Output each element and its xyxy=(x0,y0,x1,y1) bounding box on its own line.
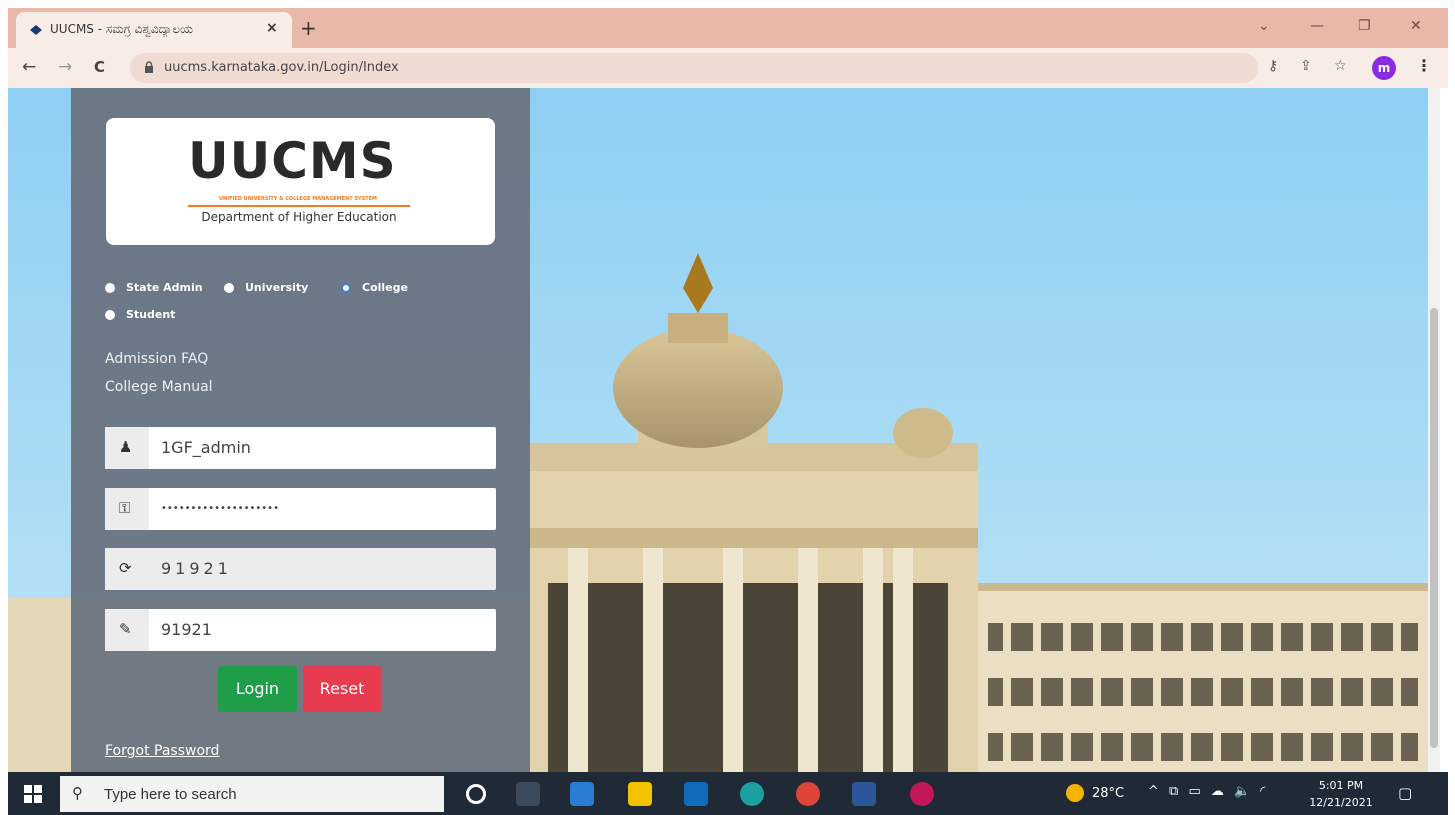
captcha-code: 91921 xyxy=(161,559,232,578)
login-panel: UUCMS UNIFIED UNIVERSITY & COLLEGE MANAG… xyxy=(71,88,530,772)
college-manual-link[interactable]: College Manual xyxy=(105,379,213,395)
system-tray[interactable]: ^ ⧉ ▭ ☁ 🔈 ◜ xyxy=(1148,784,1268,799)
role-radio-university[interactable]: University xyxy=(224,281,308,294)
favicon-icon xyxy=(30,25,42,35)
search-icon: ⚲ xyxy=(72,784,83,802)
address-bar[interactable]: uucms.karnataka.gov.in/Login/Index xyxy=(130,53,1258,83)
taskbar-search-placeholder: Type here to search xyxy=(104,786,237,803)
key-icon: ⚿ xyxy=(119,499,131,517)
tab-strip: UUCMS - ಸಮಗ್ರ ವಿಶ್ವವಿದ್ಯಾಲಯ × + ⌄ — ❐ ✕ xyxy=(8,8,1448,48)
lock-icon xyxy=(145,61,153,73)
password-key-icon[interactable]: ⚷ xyxy=(1268,58,1278,74)
profile-avatar[interactable]: m xyxy=(1372,56,1396,80)
login-button[interactable]: Login xyxy=(218,666,297,712)
taskbar-search-box[interactable]: ⚲ Type here to search xyxy=(60,776,444,812)
windows-taskbar: ⚲ Type here to search 28°C ^ ⧉ ▭ ☁ 🔈 ◜ 5… xyxy=(8,772,1448,815)
password-field[interactable]: ⚿ •••••••••••••••••••• xyxy=(105,488,496,530)
page-scrollbar[interactable] xyxy=(1428,88,1440,772)
file-explorer-icon[interactable] xyxy=(628,782,652,806)
password-input[interactable]: •••••••••••••••••••• xyxy=(161,503,279,514)
role-radio-student[interactable]: Student xyxy=(105,308,175,321)
notification-icon[interactable]: ▢ xyxy=(1398,784,1412,802)
radio-selected-icon[interactable] xyxy=(341,282,351,293)
temperature: 28°C xyxy=(1092,785,1125,801)
radio-icon[interactable] xyxy=(224,282,234,293)
radio-label: College xyxy=(362,281,408,294)
username-addon: ♟ xyxy=(105,427,149,469)
store-icon[interactable] xyxy=(570,782,594,806)
captcha-display: ⟳ 91921 xyxy=(105,548,496,590)
logo-department: Department of Higher Education xyxy=(201,210,397,224)
bookmark-star-icon[interactable]: ☆ xyxy=(1334,58,1347,74)
reset-button[interactable]: Reset xyxy=(303,666,381,712)
radio-icon[interactable] xyxy=(105,282,115,293)
username-field[interactable]: ♟ 1GF_admin xyxy=(105,427,496,469)
captcha-addon[interactable]: ⟳ xyxy=(105,548,149,590)
uucms-logo-card: UUCMS UNIFIED UNIVERSITY & COLLEGE MANAG… xyxy=(106,118,495,245)
forward-button[interactable]: → xyxy=(58,57,72,77)
task-view-icon[interactable] xyxy=(516,782,540,806)
captcha-input-addon: ✎ xyxy=(105,609,149,651)
new-tab-button[interactable]: + xyxy=(300,16,317,40)
browser-menu-icon[interactable]: ⋮ xyxy=(1416,56,1432,75)
radio-label: State Admin xyxy=(126,281,203,294)
password-addon: ⚿ xyxy=(105,488,149,530)
page-content: UUCMS UNIFIED UNIVERSITY & COLLEGE MANAG… xyxy=(8,88,1428,772)
logo-divider xyxy=(188,205,410,207)
word-icon[interactable] xyxy=(852,782,876,806)
role-radio-college[interactable]: College xyxy=(341,281,408,294)
radio-icon[interactable] xyxy=(105,309,115,320)
chrome-icon[interactable] xyxy=(796,782,820,806)
clock-date: 12/21/2021 xyxy=(1309,796,1373,809)
weather-widget[interactable]: 28°C xyxy=(1066,784,1124,802)
clock-time: 5:01 PM xyxy=(1318,779,1364,792)
close-window-button[interactable]: ✕ xyxy=(1410,18,1422,34)
browser-toolbar: ← → C uucms.karnataka.gov.in/Login/Index… xyxy=(8,48,1448,88)
back-button[interactable]: ← xyxy=(22,57,36,77)
tab-title: UUCMS - ಸಮಗ್ರ ವಿಶ್ವವಿದ್ಯಾಲಯ xyxy=(50,22,193,36)
admission-faq-link[interactable]: Admission FAQ xyxy=(105,351,208,367)
captcha-field[interactable]: ✎ 91921 xyxy=(105,609,496,651)
sun-icon xyxy=(1066,784,1084,802)
share-icon[interactable]: ⇪ xyxy=(1300,58,1312,74)
radio-label: Student xyxy=(126,308,176,321)
chrome-profile-icon[interactable] xyxy=(910,782,934,806)
user-icon: ♟ xyxy=(119,438,133,456)
tab-search-icon[interactable]: ⌄ xyxy=(1258,18,1270,34)
refresh-icon[interactable]: ⟳ xyxy=(119,559,132,577)
logo-tagline: UNIFIED UNIVERSITY & COLLEGE MANAGEMENT … xyxy=(218,196,377,202)
cortana-icon[interactable] xyxy=(466,784,486,804)
url-text: uucms.karnataka.gov.in/Login/Index xyxy=(164,60,399,75)
forgot-password-link[interactable]: Forgot Password xyxy=(105,743,219,759)
browser-window: UUCMS - ಸಮಗ್ರ ವಿಶ್ವವಿದ್ಯಾಲಯ × + ⌄ — ❐ ✕ … xyxy=(0,0,1455,815)
tab-uucms[interactable]: UUCMS - ಸಮಗ್ರ ವಿಶ್ವವಿದ್ಯಾಲಯ × xyxy=(16,12,292,48)
restore-button[interactable]: ❐ xyxy=(1358,18,1371,34)
edge-icon[interactable] xyxy=(740,782,764,806)
username-input[interactable]: 1GF_admin xyxy=(161,438,251,457)
taskbar-clock[interactable]: 5:01 PM 12/21/2021 xyxy=(1306,777,1376,811)
mail-icon[interactable] xyxy=(684,782,708,806)
tab-close-icon[interactable]: × xyxy=(266,20,278,36)
edit-icon: ✎ xyxy=(119,620,132,638)
role-radio-state-admin[interactable]: State Admin xyxy=(105,281,203,294)
minimize-button[interactable]: — xyxy=(1310,18,1324,34)
logo-brand: UUCMS xyxy=(188,132,397,190)
radio-label: University xyxy=(245,281,309,294)
scrollbar-thumb[interactable] xyxy=(1430,308,1438,748)
windows-start-icon[interactable] xyxy=(24,785,42,803)
reload-button[interactable]: C xyxy=(94,58,105,76)
captcha-input[interactable]: 91921 xyxy=(161,620,212,639)
